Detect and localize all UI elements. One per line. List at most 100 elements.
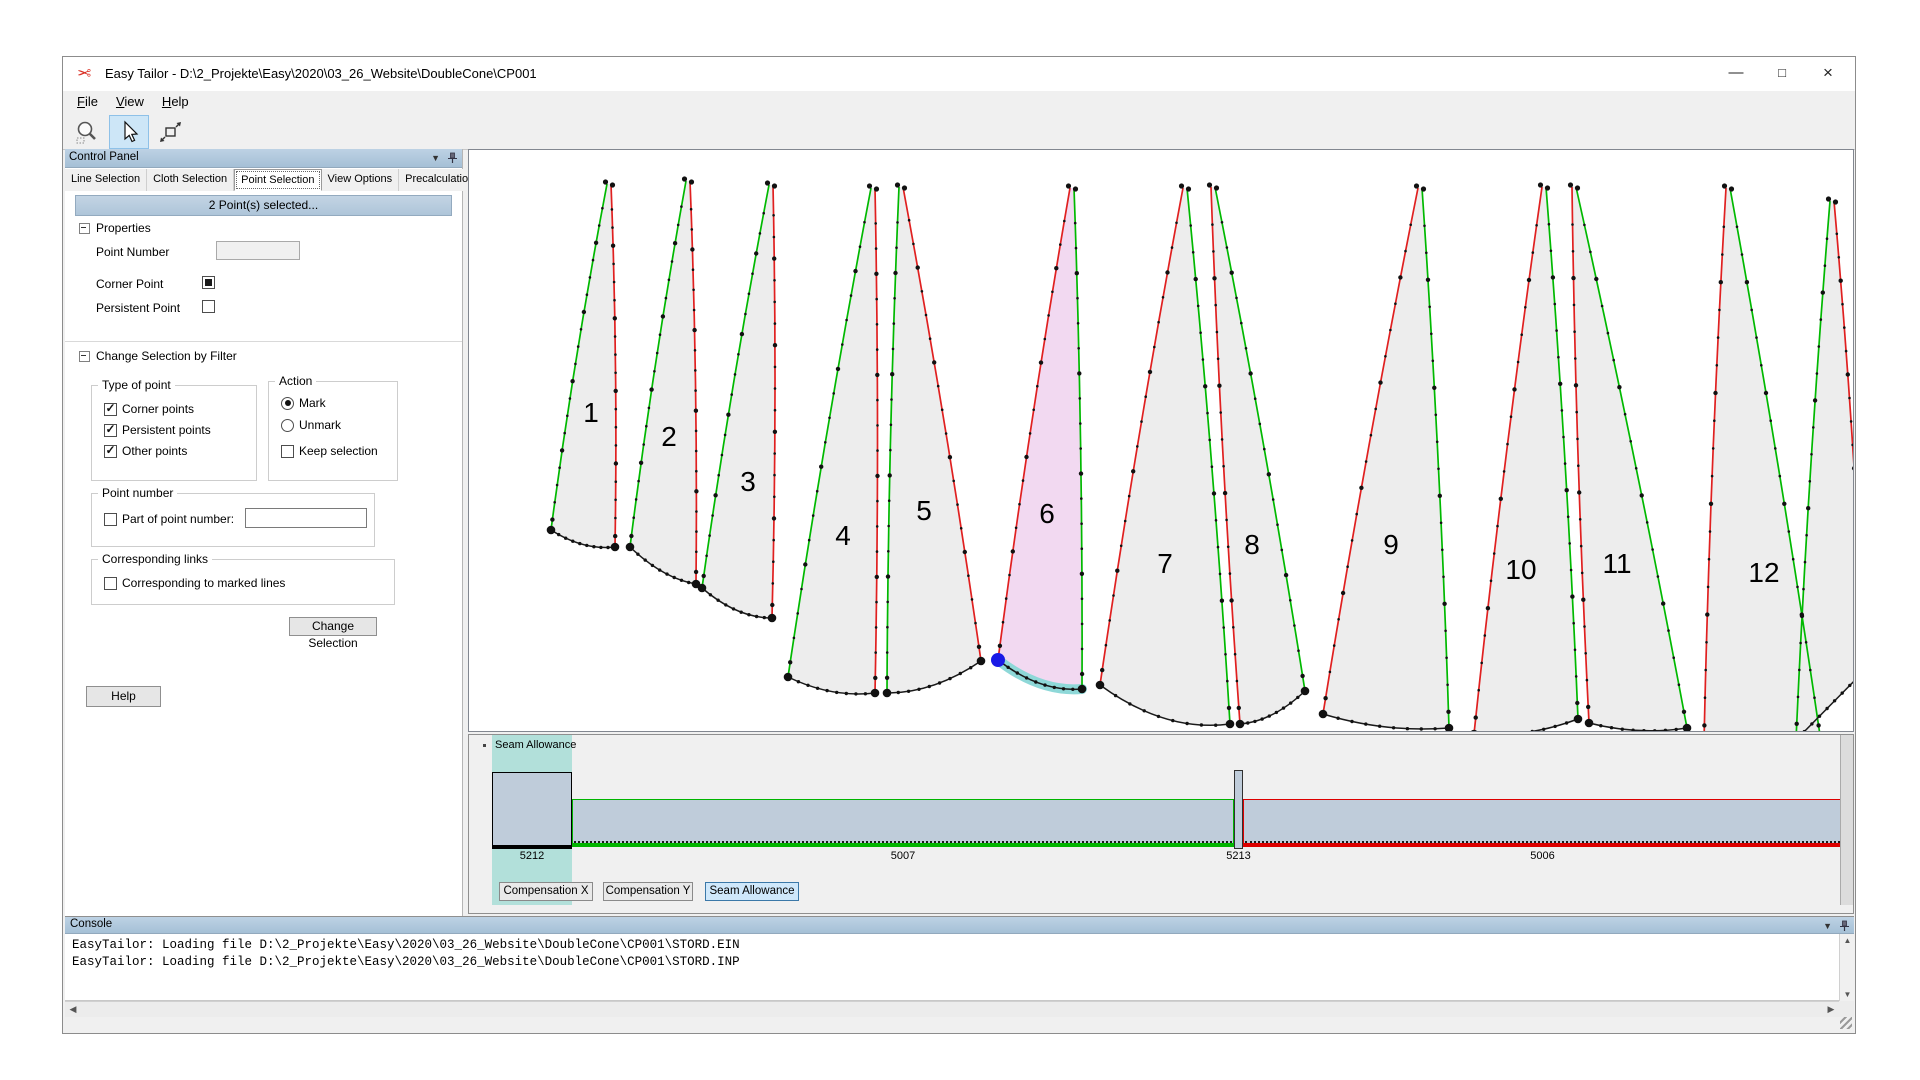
pattern-piece-3[interactable] <box>702 185 775 618</box>
type-of-point-legend: Type of point <box>98 378 175 392</box>
console-line: EasyTailor: Loading file D:\2_Projekte\E… <box>72 937 1839 954</box>
change-selection-button[interactable]: Change Selection <box>289 617 377 636</box>
pin-icon[interactable] <box>447 152 458 164</box>
piece-number-label: 2 <box>661 421 677 452</box>
point-number-legend: Point number <box>98 486 177 500</box>
collapse-icon[interactable] <box>79 351 90 362</box>
console-vertical-scrollbar[interactable]: ▲ ▼ <box>1839 934 1855 1001</box>
menu-view[interactable]: View <box>107 91 153 112</box>
persistent-point-label: Persistent Point <box>96 301 180 315</box>
console-header: Console ▼ <box>65 916 1854 934</box>
menu-file[interactable]: File <box>68 91 107 112</box>
cursor-icon <box>116 119 142 145</box>
tab-view-options[interactable]: View Options <box>322 169 400 191</box>
scroll-up-icon[interactable]: ▲ <box>1840 936 1855 945</box>
corner-point-checkbox[interactable] <box>202 276 215 289</box>
seam-segment-5212[interactable] <box>492 772 572 849</box>
console-title: Console <box>70 918 112 930</box>
piece-number-label: 6 <box>1039 498 1055 529</box>
mode-button-compensation-x[interactable]: Compensation X <box>499 882 593 901</box>
close-button[interactable]: × <box>1805 57 1851 91</box>
option-keep-selection[interactable]: Keep selection <box>281 444 378 458</box>
seam-segment-5006[interactable] <box>1243 799 1842 847</box>
scroll-left-icon[interactable]: ◀ <box>65 1002 81 1017</box>
scroll-right-icon[interactable]: ▶ <box>1823 1002 1839 1017</box>
part-of-point-number-checkbox[interactable] <box>104 513 117 526</box>
mode-button-seam-allowance[interactable]: Seam Allowance <box>705 882 799 901</box>
action-legend: Action <box>275 374 316 388</box>
selection-summary[interactable]: 2 Point(s) selected... <box>75 195 452 216</box>
magnifier-icon <box>74 119 100 145</box>
pattern-piece-4[interactable] <box>788 188 878 694</box>
pattern-piece-1[interactable] <box>551 184 616 548</box>
piece-number-label: 12 <box>1748 557 1779 588</box>
corner-point-label: Corner Point <box>96 277 163 291</box>
maximize-button[interactable]: □ <box>1759 57 1805 91</box>
radio-unmark[interactable]: Unmark <box>281 418 341 432</box>
pattern-piece-10[interactable] <box>1474 187 1578 731</box>
piece-number-label: 9 <box>1383 529 1399 560</box>
mode-button-compensation-y[interactable]: Compensation Y <box>603 882 693 901</box>
collapse-icon[interactable] <box>79 223 90 234</box>
app-window: ✂ Easy Tailor - D:\2_Projekte\Easy\2020\… <box>62 56 1856 1034</box>
properties-expander[interactable]: Properties <box>79 221 151 235</box>
tab-cloth-selection[interactable]: Cloth Selection <box>147 169 234 191</box>
corresponding-links-legend: Corresponding links <box>98 552 212 566</box>
seam-panel-scrollbar[interactable] <box>1840 735 1853 905</box>
point-number-filter-input[interactable] <box>245 508 367 528</box>
piece-number-label: 3 <box>740 466 756 497</box>
pin-icon[interactable] <box>1839 920 1850 932</box>
seam-segment-5213[interactable] <box>1234 770 1243 849</box>
point-number-group: Point number Part of point number: <box>91 493 375 547</box>
piece-number-label: 10 <box>1505 554 1536 585</box>
point-number-input[interactable] <box>216 241 300 260</box>
radio-mark[interactable]: Mark <box>281 396 326 410</box>
option-other-points[interactable]: Other points <box>104 444 187 458</box>
panel-menu-icon[interactable]: ▼ <box>431 153 440 163</box>
panel-handle[interactable] <box>483 744 486 747</box>
menu-help[interactable]: Help <box>153 91 198 112</box>
minimize-button[interactable]: — <box>1713 57 1759 91</box>
pattern-canvas[interactable]: 123456789101112 <box>468 149 1854 732</box>
corresponding-checkbox[interactable] <box>104 577 117 590</box>
panel-menu-icon[interactable]: ▼ <box>1823 921 1832 931</box>
piece-number-label: 4 <box>835 520 851 551</box>
part-of-point-number-option[interactable]: Part of point number: <box>104 512 234 526</box>
filter-expander[interactable]: Change Selection by Filter <box>79 349 237 363</box>
scroll-down-icon[interactable]: ▼ <box>1840 990 1855 999</box>
option-corner-points[interactable]: Corner points <box>104 402 194 416</box>
persistent-point-checkbox[interactable] <box>202 300 215 313</box>
action-group: Action Mark Unmark Keep selection <box>268 381 398 481</box>
option-persistent-points[interactable]: Persistent points <box>104 423 211 437</box>
scrollbar-corner <box>1839 1001 1854 1017</box>
toolbar: Compensation/ Seam Allowance Cutting Pat… <box>63 113 1855 150</box>
pattern-piece-5[interactable] <box>887 187 981 693</box>
resize-grip[interactable] <box>1840 1017 1852 1029</box>
pattern-piece-9[interactable] <box>1323 188 1449 729</box>
piece-number-label: 5 <box>916 495 932 526</box>
tab-point-selection[interactable]: Point Selection <box>234 169 321 191</box>
pattern-piece-2[interactable] <box>630 181 696 584</box>
seam-segment-5007[interactable] <box>572 799 1234 847</box>
status-bar <box>65 1017 1854 1031</box>
tab-line-selection[interactable]: Line Selection <box>65 169 147 191</box>
pattern-piece-11[interactable] <box>1572 187 1687 731</box>
seam-allowance-panel: Seam Allowance 5212 5007 5213 5006 Compe… <box>468 734 1854 914</box>
segment-label-5007: 5007 <box>552 850 1254 862</box>
zoom-tool-button[interactable] <box>67 115 107 149</box>
control-panel-header: Control Panel ▼ <box>65 149 462 168</box>
select-tool-button[interactable] <box>109 115 149 149</box>
control-panel-tabs: Line SelectionCloth SelectionPoint Selec… <box>65 169 462 191</box>
console-horizontal-scrollbar[interactable]: ◀ ▶ <box>65 1001 1839 1017</box>
help-button[interactable]: Help <box>86 686 161 707</box>
menu-bar: FileViewHelp <box>63 91 1855 113</box>
fit-view-tool-button[interactable] <box>151 115 191 149</box>
pattern-piece-6[interactable] <box>998 188 1082 689</box>
corresponding-option[interactable]: Corresponding to marked lines <box>104 576 285 590</box>
selected-point[interactable] <box>991 653 1005 667</box>
piece-number-label: 8 <box>1244 529 1260 560</box>
app-scissors-icon: ✂ <box>77 64 91 84</box>
seam-panel-title: Seam Allowance <box>495 739 576 751</box>
divider <box>65 341 462 342</box>
type-of-point-group: Type of point Corner points Persistent p… <box>91 385 257 481</box>
